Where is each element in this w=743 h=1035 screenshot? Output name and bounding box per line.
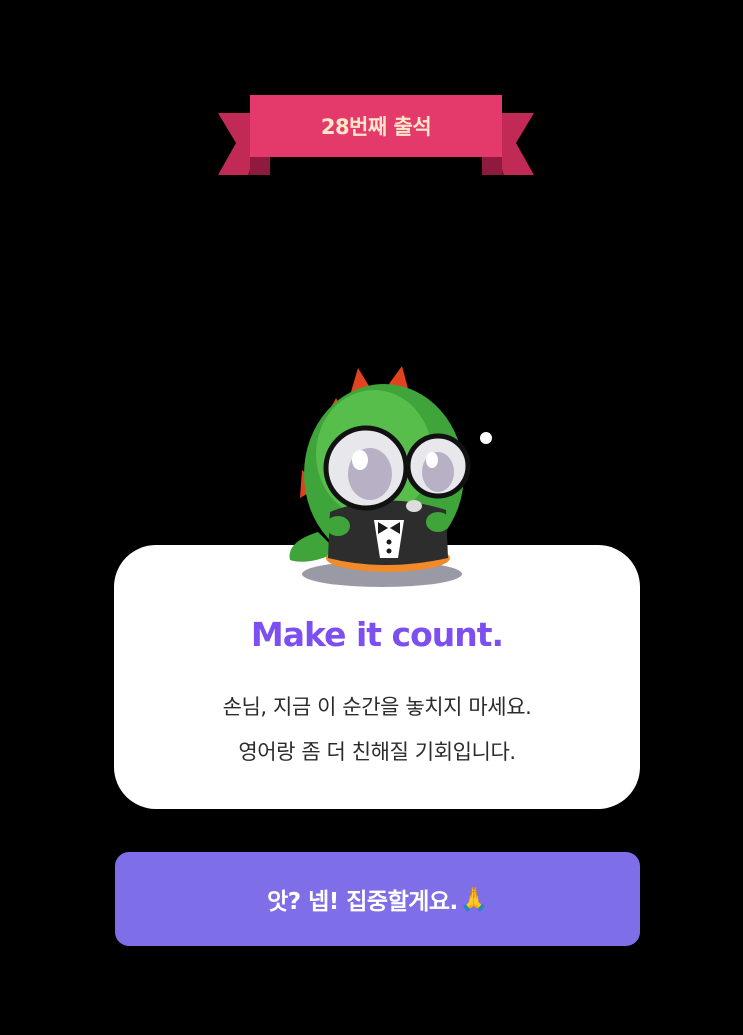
- attendance-ribbon: 28번째 출석: [218, 95, 534, 177]
- card-title: Make it count.: [250, 615, 504, 654]
- confirm-button-label: 앗? 넵! 집중할게요.: [267, 889, 458, 915]
- dinosaur-mascot-image: [278, 362, 500, 592]
- card-message-line-2: 영어랑 좀 더 친해질 기회입니다.: [238, 740, 516, 764]
- card-message-line-1: 손님, 지금 이 순간을 놓치지 마세요.: [222, 695, 532, 719]
- confirm-button[interactable]: 앗? 넵! 집중할게요. 🙏: [115, 852, 640, 946]
- attendance-count-label: 28번째 출석: [320, 115, 432, 139]
- praying-hands-icon: 🙏: [459, 886, 489, 913]
